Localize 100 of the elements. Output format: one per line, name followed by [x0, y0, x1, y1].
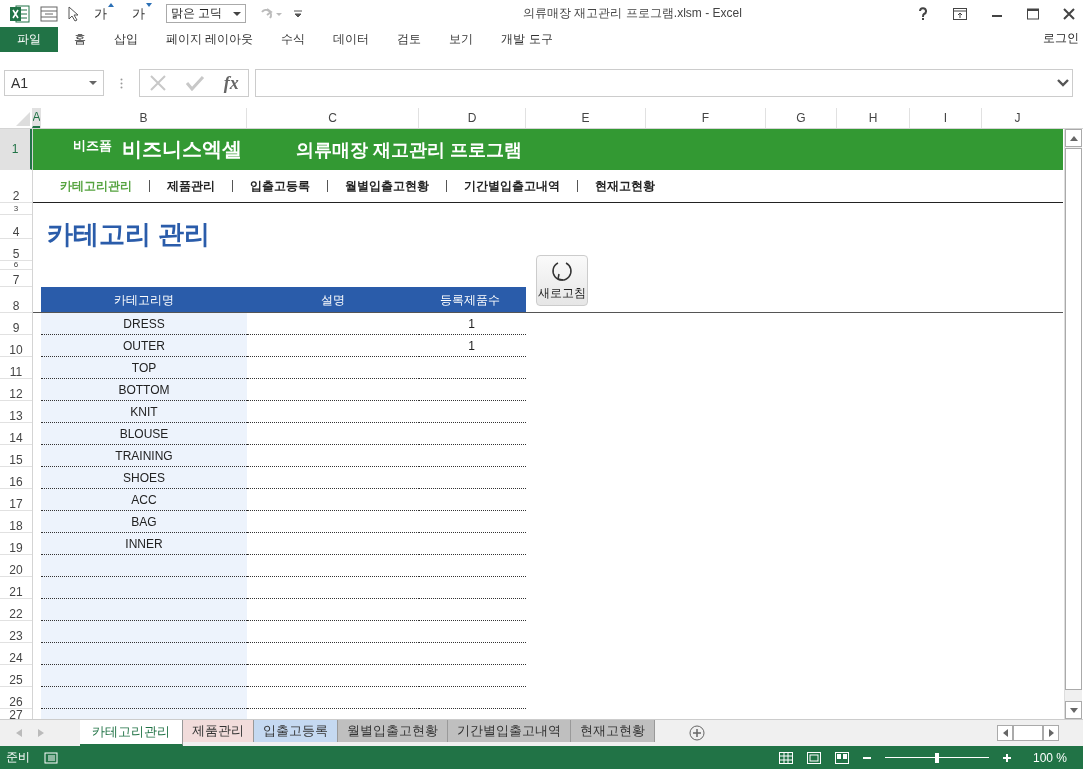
- sheet-tab[interactable]: 현재고현황: [571, 720, 655, 742]
- macro-record-icon[interactable]: [44, 751, 58, 764]
- column-header[interactable]: I: [909, 108, 981, 128]
- row-header[interactable]: 22: [0, 599, 32, 621]
- column-header[interactable]: C: [246, 108, 418, 128]
- normal-view-icon[interactable]: [778, 751, 793, 764]
- slider-thumb[interactable]: [934, 752, 939, 763]
- row-header[interactable]: 26: [0, 687, 32, 709]
- ribbon-tab[interactable]: 데이터: [321, 27, 382, 52]
- ribbon-display-icon[interactable]: [953, 7, 967, 20]
- row-header[interactable]: 16: [0, 467, 32, 489]
- font-grow-button[interactable]: 가: [90, 4, 118, 23]
- ribbon-tab[interactable]: 페이지 레이아웃: [154, 27, 266, 52]
- scroll-right-icon[interactable]: [1048, 729, 1054, 737]
- row-header[interactable]: 9: [0, 313, 32, 335]
- customize-icon[interactable]: [294, 9, 302, 18]
- column-header[interactable]: B: [40, 108, 246, 128]
- row-header[interactable]: 15: [0, 445, 32, 467]
- nav-link[interactable]: 월별입출고현황: [342, 177, 432, 195]
- column-header[interactable]: F: [645, 108, 765, 128]
- nav-link[interactable]: 기간별입출고내역: [461, 177, 563, 195]
- column-header[interactable]: E: [525, 108, 645, 128]
- zoom-in-button[interactable]: [1002, 753, 1011, 762]
- status-text: 준비: [6, 749, 30, 766]
- nav-link[interactable]: 현재고현황: [592, 177, 658, 195]
- ribbon-tab[interactable]: 파일: [0, 27, 58, 52]
- zoom-level[interactable]: 100 %: [1032, 750, 1067, 765]
- row-header[interactable]: 18: [0, 511, 32, 533]
- ribbon-tab[interactable]: 검토: [385, 27, 434, 52]
- column-heading: 등록제품수: [419, 287, 526, 313]
- row-header[interactable]: 7: [0, 270, 32, 287]
- ribbon-tab[interactable]: 보기: [437, 27, 486, 52]
- row-header[interactable]: 5: [0, 239, 32, 261]
- scroll-down-icon[interactable]: [1069, 707, 1078, 713]
- font-shrink-button[interactable]: 가: [128, 4, 156, 23]
- insert-function-button[interactable]: fx: [223, 72, 239, 94]
- sheet-tab[interactable]: 월별입출고현황: [338, 720, 448, 742]
- page-layout-icon[interactable]: [806, 751, 821, 764]
- category-cell: BAG: [41, 511, 247, 533]
- page-title: 카테고리 관리: [47, 217, 211, 251]
- row-header[interactable]: 21: [0, 577, 32, 599]
- ribbon-tab[interactable]: 삽입: [102, 27, 150, 52]
- vertical-scrollbar[interactable]: [1064, 129, 1082, 719]
- column-header[interactable]: G: [765, 108, 836, 128]
- category-cell: TRAINING: [41, 445, 247, 467]
- row-header[interactable]: 19: [0, 533, 32, 555]
- column-header[interactable]: J: [981, 108, 1053, 128]
- category-cell: KNIT: [41, 401, 247, 423]
- row-header[interactable]: 11: [0, 357, 32, 379]
- name-box[interactable]: A1: [4, 70, 104, 96]
- scroll-left-icon[interactable]: [1002, 729, 1008, 737]
- row-header[interactable]: 4: [0, 215, 32, 239]
- refresh-button[interactable]: 새로고침: [536, 255, 588, 306]
- font-dropdown[interactable]: 맑은 고딕: [166, 4, 246, 23]
- row-header[interactable]: 13: [0, 401, 32, 423]
- row-header[interactable]: 10: [0, 335, 32, 357]
- category-cell: INNER: [41, 533, 247, 555]
- horizontal-scrollbar[interactable]: [997, 725, 1059, 741]
- row-header[interactable]: 1: [0, 129, 32, 170]
- row-header[interactable]: 24: [0, 643, 32, 665]
- row-header[interactable]: 3: [0, 203, 32, 215]
- scroll-up-icon[interactable]: [1069, 135, 1078, 141]
- formula-input[interactable]: [255, 69, 1073, 97]
- maximize-icon[interactable]: [1027, 7, 1039, 20]
- cursor-icon[interactable]: [68, 5, 80, 22]
- row-header[interactable]: 25: [0, 665, 32, 687]
- nav-link[interactable]: 제품관리: [164, 177, 218, 195]
- sheet-tab[interactable]: 제품관리: [183, 720, 254, 742]
- product-count: 1: [468, 338, 475, 353]
- row-header[interactable]: 20: [0, 555, 32, 577]
- column-header[interactable]: H: [836, 108, 909, 128]
- check-icon[interactable]: [185, 75, 206, 91]
- dropdown-arrow-icon: [89, 81, 97, 85]
- ribbon-tab[interactable]: 수식: [269, 27, 318, 52]
- sign-in-link[interactable]: 로그인: [1043, 30, 1079, 47]
- excel-logo-icon[interactable]: [10, 4, 30, 23]
- row-header[interactable]: 14: [0, 423, 32, 445]
- row-header[interactable]: 8: [0, 287, 32, 313]
- ribbon-tab[interactable]: 홈: [62, 27, 98, 52]
- row-header[interactable]: 17: [0, 489, 32, 511]
- row-header[interactable]: 12: [0, 379, 32, 401]
- sheet-tab[interactable]: 카테고리관리: [80, 720, 183, 746]
- column-header[interactable]: A: [32, 108, 40, 128]
- ribbon-tab[interactable]: 개발 도구: [489, 27, 565, 52]
- up-triangle-icon: [108, 2, 114, 7]
- row-header[interactable]: 6: [0, 261, 32, 270]
- page-break-icon[interactable]: [834, 751, 849, 764]
- sheet-tab[interactable]: 기간별입출고내역: [448, 720, 571, 742]
- form-icon[interactable]: [40, 5, 58, 22]
- row-header[interactable]: 23: [0, 621, 32, 643]
- row-header[interactable]: 2: [0, 170, 32, 203]
- sheet-tab[interactable]: 입출고등록: [254, 720, 338, 742]
- add-sheet-icon[interactable]: [689, 725, 705, 741]
- more-icon: [120, 77, 123, 89]
- help-icon[interactable]: [917, 6, 929, 21]
- expand-icon[interactable]: [1057, 79, 1069, 87]
- column-heading: 설명: [247, 287, 419, 313]
- close-icon[interactable]: [1063, 7, 1075, 20]
- nav-link[interactable]: 입출고등록: [247, 177, 313, 195]
- column-header[interactable]: D: [418, 108, 525, 128]
